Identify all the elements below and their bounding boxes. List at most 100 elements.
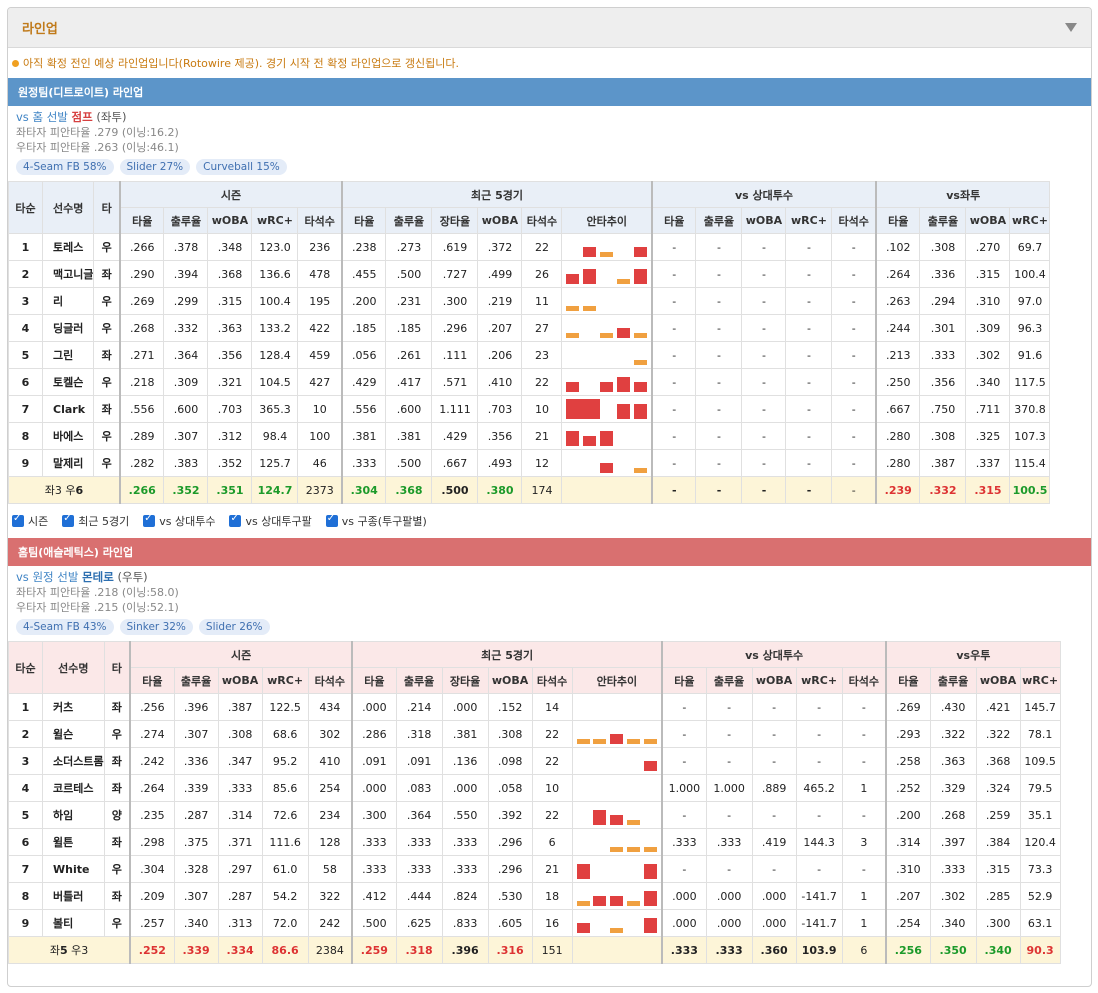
- check-vs-arm[interactable]: vs 상대투구팔: [229, 513, 312, 529]
- col-header: 안타추이: [561, 207, 653, 234]
- total-recent: .396: [441, 936, 489, 964]
- col-header: 타석수: [841, 667, 887, 694]
- check-recent[interactable]: 최근 5경기: [62, 513, 129, 529]
- pitcher-name[interactable]: 몬테로: [82, 570, 114, 584]
- player-name[interactable]: 말제리: [41, 449, 95, 477]
- total-label-pre: 좌: [49, 944, 60, 957]
- check-vs-pitcher[interactable]: vs 상대투수: [143, 513, 215, 529]
- collapse-triangle-icon[interactable]: [1065, 23, 1077, 32]
- stat-vs-lhb: 좌타자 피안타율 .279 (이닝:16.2): [16, 126, 179, 139]
- checkbox-icon[interactable]: [12, 513, 24, 527]
- bat-hand: 우: [103, 909, 131, 937]
- trend-bar: [633, 404, 647, 419]
- vs-pitcher-stat: -: [841, 693, 887, 721]
- split-stat: .384: [975, 828, 1021, 856]
- bat-hand: 우: [103, 855, 131, 883]
- recent-stat: 22: [521, 233, 563, 261]
- pitch-tag[interactable]: Sinker 32%: [119, 619, 193, 635]
- player-name[interactable]: 윌튼: [42, 828, 105, 856]
- group-vs-pitcher: vs 상대투수: [650, 181, 877, 208]
- player-name[interactable]: 코르테스: [42, 774, 105, 802]
- checkbox-icon[interactable]: [62, 513, 75, 527]
- trend-bar: [633, 382, 647, 392]
- recent-stat: .207: [477, 314, 523, 342]
- total-label-bold: 6: [75, 484, 84, 497]
- pitcher-name[interactable]: 점프: [72, 110, 93, 124]
- player-name[interactable]: White: [42, 855, 105, 883]
- trend-bar: [610, 928, 624, 933]
- total-label-pre: 좌3 우: [44, 484, 76, 497]
- total-label: 좌5 우3: [8, 936, 131, 964]
- checkbox-icon[interactable]: [143, 513, 156, 527]
- player-name[interactable]: 바에스: [41, 422, 95, 450]
- check-season[interactable]: 시즌: [12, 513, 48, 529]
- player-name[interactable]: 토레스: [41, 233, 95, 261]
- checkbox-icon[interactable]: [325, 513, 338, 527]
- player-name[interactable]: 소더스트롬: [42, 747, 105, 775]
- pitch-tag[interactable]: Slider 27%: [119, 159, 191, 175]
- player-name[interactable]: 버틀러: [42, 882, 105, 910]
- season-stat: .364: [163, 341, 209, 369]
- player-name[interactable]: 토켈슨: [41, 368, 95, 396]
- player-name[interactable]: 맥고니글: [41, 260, 95, 288]
- trend-bar: [643, 918, 657, 933]
- player-name[interactable]: 하임: [42, 801, 105, 829]
- recent-stat: .381: [385, 422, 433, 450]
- season-stat: 365.3: [251, 395, 299, 423]
- total-recent: .259: [351, 936, 397, 964]
- vs-pitcher-stat: 1: [841, 774, 887, 802]
- season-stat: .282: [118, 449, 165, 477]
- pitch-tag[interactable]: Curveball 15%: [196, 159, 287, 175]
- player-name[interactable]: 리: [41, 287, 95, 315]
- vs-pitcher-stat: .000: [751, 882, 797, 910]
- season-stat: .556: [118, 395, 165, 423]
- season-stat: 254: [307, 774, 353, 802]
- col-name: 선수명: [41, 181, 95, 234]
- col-header: 출루율: [695, 207, 743, 234]
- hit-trend-chart: [571, 693, 663, 721]
- table-row: 3 리 우 .269.299.315 100.4 195.200.231.300.21…: [8, 287, 1051, 315]
- vs-pitcher-stat: -: [695, 287, 743, 315]
- split-stat: .329: [929, 774, 977, 802]
- player-name[interactable]: 커츠: [42, 693, 105, 721]
- player-name[interactable]: 그린: [41, 341, 95, 369]
- split-stat: .213: [874, 341, 921, 369]
- player-name[interactable]: 볼티: [42, 909, 105, 937]
- recent-stat: 22: [531, 747, 573, 775]
- check-vs-pitch[interactable]: vs 구종(투구팔별): [325, 513, 427, 529]
- split-stat: 109.5: [1019, 747, 1061, 775]
- recent-stat: .152: [487, 693, 533, 721]
- batting-order: 2: [8, 260, 43, 288]
- checkbox-icon[interactable]: [229, 513, 242, 527]
- recent-stat: .500: [351, 909, 397, 937]
- recent-stat: 1.111: [431, 395, 479, 423]
- recent-stat: .000: [441, 774, 489, 802]
- vs-pitcher-stat: -: [785, 260, 833, 288]
- vs-pitcher-stat: -: [661, 693, 707, 721]
- pitch-tag[interactable]: Slider 26%: [198, 619, 270, 635]
- vs-pitcher-stat: -: [751, 720, 797, 748]
- player-name[interactable]: Clark: [41, 395, 95, 423]
- pitch-tag[interactable]: 4-Seam FB 58%: [16, 159, 114, 175]
- season-stat: 122.5: [261, 693, 309, 721]
- split-stat: 78.1: [1019, 720, 1061, 748]
- season-stat: 72.6: [261, 801, 309, 829]
- vs-pitcher-stat: -: [785, 395, 833, 423]
- split-stat: .280: [874, 449, 921, 477]
- total-season: .334: [217, 936, 263, 964]
- table-row: 2 맥고니글 좌 .290.394.368 136.6 478.455.500.727…: [8, 260, 1051, 288]
- table-row: 3 소더스트롬 좌 .242.336.347 95.2 410.091.091.136…: [8, 747, 1061, 775]
- recent-stat: 26: [521, 260, 563, 288]
- check-label: 시즌: [28, 515, 49, 528]
- player-name[interactable]: 딩글러: [41, 314, 95, 342]
- season-stat: .340: [173, 909, 219, 937]
- split-stat: 97.0: [1009, 287, 1051, 315]
- season-stat: 111.6: [261, 828, 309, 856]
- panel-header[interactable]: 라인업: [8, 8, 1091, 48]
- vs-pitcher-stat: -: [661, 855, 707, 883]
- pitch-tag[interactable]: 4-Seam FB 43%: [16, 619, 114, 635]
- table-row: 7 White 우 .304.328.297 61.0 58.333.333.333.…: [8, 855, 1061, 883]
- player-name[interactable]: 윌슨: [42, 720, 105, 748]
- vs-pitcher-stat: -: [695, 449, 743, 477]
- season-stat: .235: [129, 801, 175, 829]
